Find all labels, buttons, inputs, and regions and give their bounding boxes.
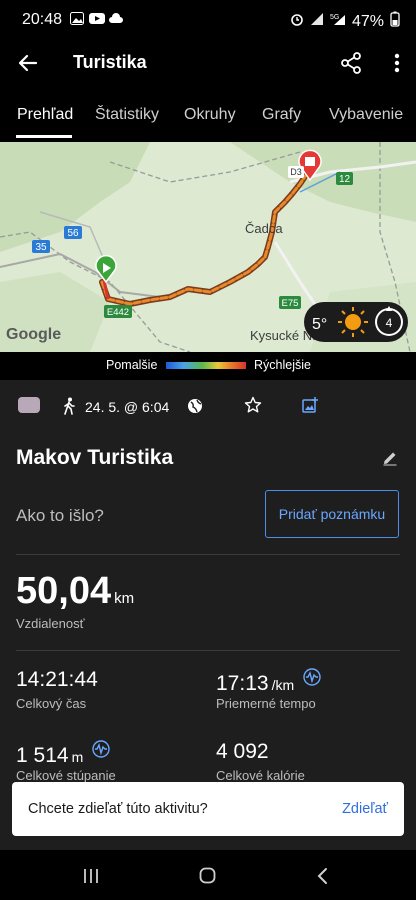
nav-back-icon[interactable] [316,867,328,885]
snackbar-message: Chcete zdieľať túto aktivitu? [28,801,208,817]
home-icon[interactable] [199,867,216,884]
notification-icons [70,12,123,25]
calories-number: 4 092 [216,740,269,763]
page-title: Turistika [73,52,147,72]
ascent-label: Celkové stúpanie [16,768,116,783]
elevation-graph-icon[interactable] [91,740,110,758]
status-bar: 20:48 5G 47% [0,0,416,40]
avg-pace-label: Priemerné tempo [216,696,316,711]
map-city-label: Čadca [245,221,283,236]
tab-prehlad[interactable]: Prehľad [17,106,73,124]
youtube-icon [89,12,105,25]
tab-statistiky[interactable]: Štatistiky [95,106,159,124]
calories-value: 4 092 [216,740,269,764]
distance-number: 50,04 [16,570,112,612]
activity-details: 24. 5. @ 6:04 Makov Turistika Ako to išl… [0,380,416,850]
tab-vybavenie[interactable]: Vybavenie [329,106,403,124]
tab-okruhy[interactable]: Okruhy [184,106,236,124]
road-label-e75: E75 [282,298,299,309]
share-action-button[interactable]: Zdieľať [342,801,388,817]
divider [16,650,400,651]
share-snackbar: Chcete zdieľať túto aktivitu? Zdieľať [12,782,404,836]
pace-gradient-bar [166,362,246,369]
share-icon[interactable] [340,51,362,75]
road-label-d3: D3 [290,167,302,177]
star-icon[interactable] [244,396,262,414]
avg-pace-number: 17:13 [216,672,269,695]
tab-bar: Prehľad Štatistiky Okruhy Grafy Vybaveni… [0,92,416,138]
activity-name: Makov Turistika [16,446,174,469]
alarm-icon [290,12,304,31]
google-logo: Google [6,326,61,343]
distance-value: 50,04 km [16,570,134,613]
recent-apps-icon[interactable] [82,868,100,884]
ascent-unit: m [71,749,84,765]
ascent-value: 1 514 m [16,740,110,768]
activity-meta-row: 24. 5. @ 6:04 [0,394,416,420]
road-label-12: 12 [339,174,351,185]
weather-widget[interactable]: 5° 4 [304,302,408,342]
svg-text:5G: 5G [330,14,339,21]
how-it-went-prompt: Ako to išlo? [16,506,104,525]
total-time-value: 14:21:44 [16,668,98,692]
pace-legend: Pomalšie Rýchlejšie [0,356,416,374]
battery-percent: 47% [351,12,384,30]
avg-pace-value: 17:13/km [216,668,321,696]
signal-icon [310,12,324,31]
battery-icon [390,11,400,32]
ascent-number: 1 514 [16,744,69,767]
legend-fast-label: Rýchlejšie [254,358,311,372]
hiking-icon [62,397,76,415]
edit-pencil-icon[interactable] [382,450,398,466]
total-time-number: 14:21:44 [16,668,98,691]
system-nav-bar [0,852,416,900]
road-label-35: 35 [35,242,47,253]
distance-label: Vzdialenosť [16,616,85,631]
tab-grafy[interactable]: Grafy [262,106,301,124]
5g-signal-icon: 5G [330,12,346,31]
cloud-icon [108,12,123,25]
activity-date: 24. 5. @ 6:04 [85,399,170,415]
weather-temp: 5° [312,316,327,333]
globe-icon[interactable] [187,398,203,414]
pace-graph-icon[interactable] [302,668,321,686]
active-tab-indicator [16,135,72,138]
distance-unit: km [114,590,135,607]
gallery-icon [70,12,84,25]
road-label-56: 56 [67,228,79,239]
status-right: 5G 47% [290,11,400,32]
total-time-label: Celkový čas [16,696,87,711]
avg-pace-unit: /km [271,677,295,693]
add-note-button[interactable]: Pridať poznámku [265,490,399,538]
wind-speed: 4 [386,316,393,330]
avatar[interactable] [18,397,40,413]
route-map[interactable]: D3 12 56 35 E442 E75 Čadca Kysucké N... … [0,142,416,352]
app-bar: Turistika [0,40,416,86]
legend-slow-label: Pomalšie [106,358,158,372]
more-options-icon[interactable] [392,51,402,75]
back-arrow-icon[interactable] [16,51,40,75]
divider [16,554,400,555]
sun-icon [338,307,368,337]
status-time: 20:48 [22,11,63,28]
calories-label: Celkové kalórie [216,768,305,783]
add-photo-icon[interactable] [302,397,318,413]
road-label-e442: E442 [107,307,129,318]
